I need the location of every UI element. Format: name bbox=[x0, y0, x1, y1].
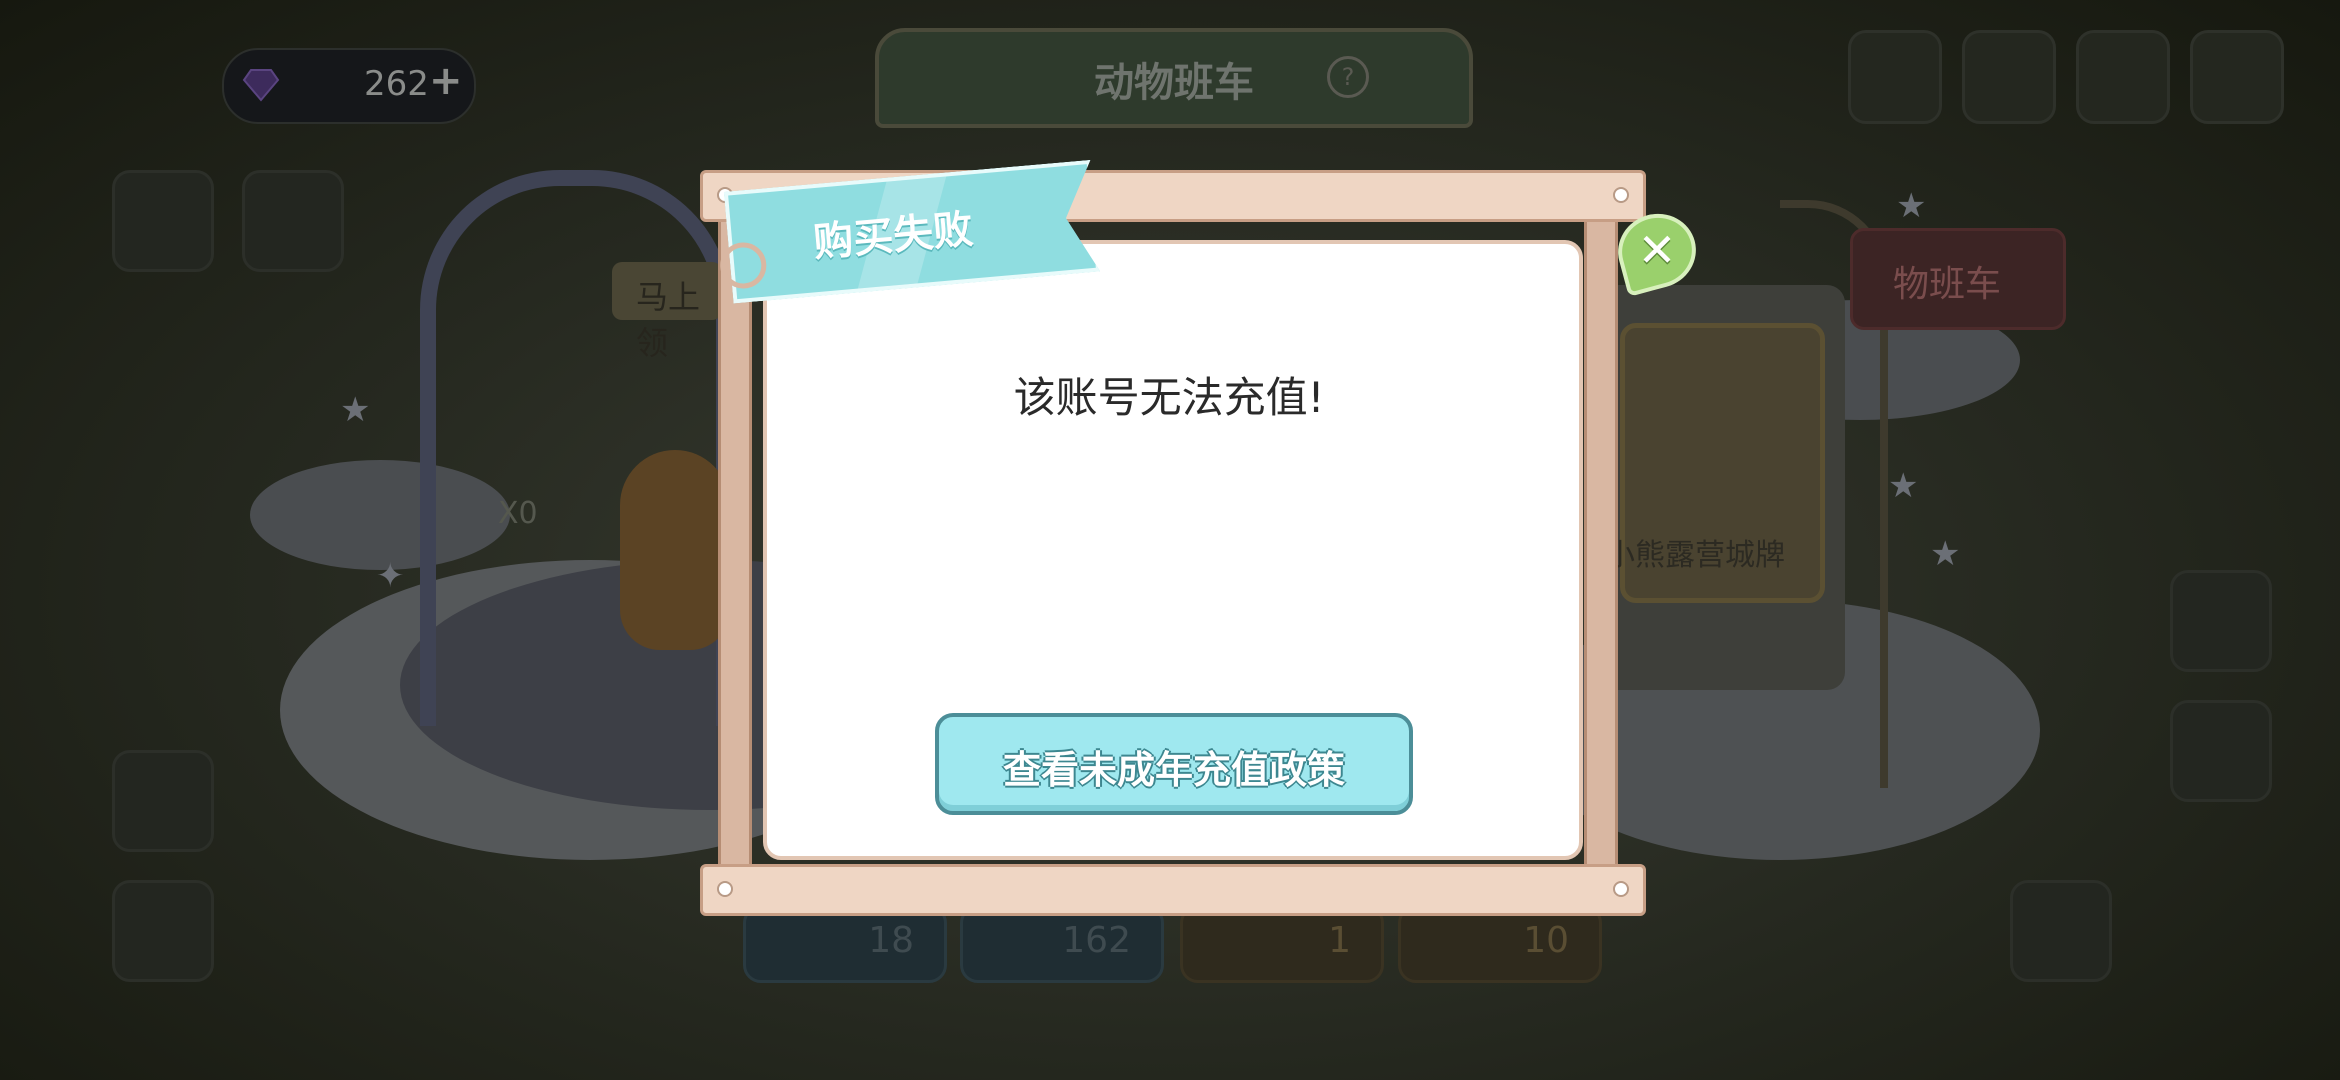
board-beam-bottom bbox=[700, 864, 1646, 916]
policy-button-label: 查看未成年充值政策 bbox=[1002, 748, 1345, 792]
close-icon[interactable]: ✕ bbox=[1622, 218, 1692, 284]
nail-icon bbox=[1613, 187, 1629, 203]
close-button[interactable]: ✕ bbox=[1609, 205, 1705, 297]
view-minor-recharge-policy-button[interactable]: 查看未成年充值政策 bbox=[935, 713, 1413, 815]
board-post bbox=[718, 215, 752, 901]
purchase-failed-dialog: 购买失败 ✕ 该账号无法充值! 查看未成年充值政策 bbox=[0, 0, 2340, 1080]
dialog-message: 该账号无法充值! bbox=[1013, 373, 1325, 422]
board-post bbox=[1584, 215, 1618, 901]
nail-icon bbox=[717, 881, 733, 897]
nail-icon bbox=[1613, 881, 1629, 897]
